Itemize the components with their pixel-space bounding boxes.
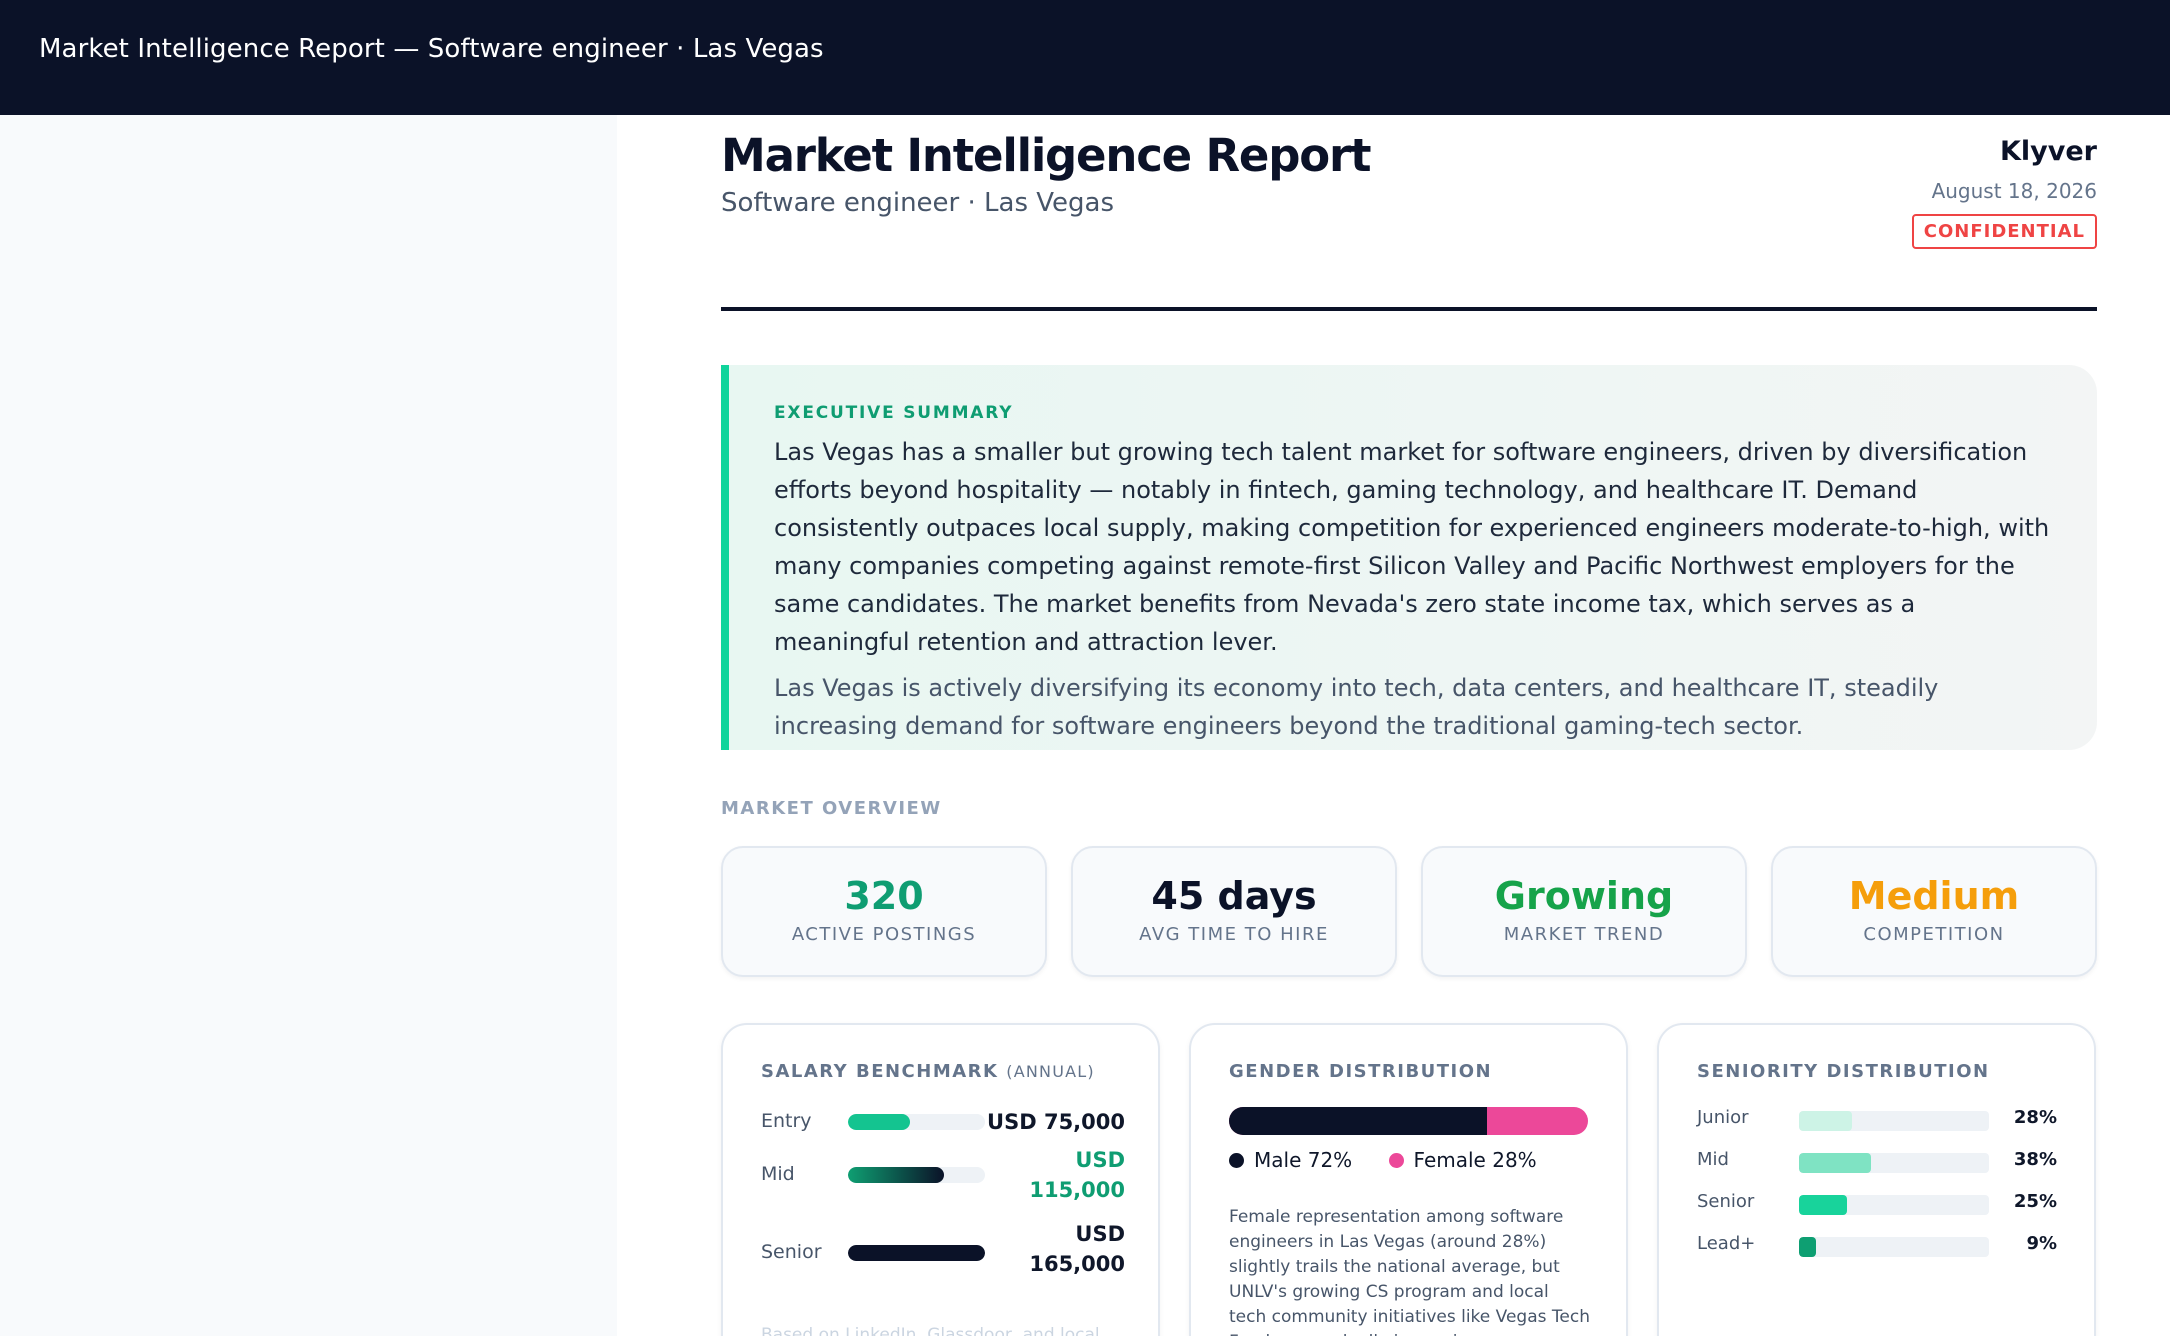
salary-benchmark-panel: SALARY BENCHMARK (ANNUAL) Entry USD 75,0… bbox=[721, 1023, 1160, 1336]
male-dot-icon bbox=[1229, 1153, 1244, 1168]
seniority-level: Senior bbox=[1697, 1191, 1755, 1212]
seniority-bar bbox=[1799, 1153, 1872, 1173]
salary-level: Mid bbox=[761, 1163, 795, 1185]
gender-note: Female representation among software eng… bbox=[1229, 1207, 1590, 1336]
seniority-row-senior: Senior 25% bbox=[1697, 1191, 2057, 1215]
salary-panel-title: SALARY BENCHMARK (ANNUAL) bbox=[761, 1061, 1095, 1082]
seniority-row-lead: Lead+ 9% bbox=[1697, 1233, 2057, 1257]
salary-title: SALARY BENCHMARK bbox=[761, 1061, 999, 1082]
seniority-track bbox=[1799, 1111, 1989, 1131]
seniority-bar bbox=[1799, 1237, 1817, 1257]
seniority-level: Mid bbox=[1697, 1149, 1729, 1170]
salary-amount: USD 165,000 bbox=[1029, 1222, 1125, 1276]
salary-row-entry: Entry USD 75,000 bbox=[761, 1107, 1125, 1137]
brand-name: Klyver bbox=[1999, 136, 2097, 167]
seniority-row-mid: Mid 38% bbox=[1697, 1149, 2057, 1173]
seniority-pct: 28% bbox=[2013, 1107, 2057, 1128]
salary-bar bbox=[848, 1114, 910, 1130]
seniority-bar bbox=[1799, 1111, 1853, 1131]
salary-bar bbox=[848, 1167, 944, 1183]
legend-female: Female 28% bbox=[1388, 1148, 1537, 1172]
kpi-avg-time-to-hire: 45 days AVG TIME TO HIRE bbox=[1071, 846, 1397, 977]
kpi-value: Growing bbox=[1494, 874, 1674, 918]
salary-level: Senior bbox=[761, 1241, 822, 1263]
gender-distribution-panel: GENDER DISTRIBUTION Male 72% Female 28% … bbox=[1189, 1023, 1628, 1336]
top-bar: Market Intelligence Report — Software en… bbox=[0, 0, 2170, 115]
salary-bar bbox=[848, 1245, 985, 1261]
seniority-track bbox=[1799, 1195, 1989, 1215]
female-dot-icon bbox=[1388, 1153, 1404, 1168]
kpi-competition: Medium COMPETITION bbox=[1771, 846, 2097, 977]
kpi-label: AVG TIME TO HIRE bbox=[1139, 924, 1329, 945]
seniority-track bbox=[1799, 1237, 1989, 1257]
market-overview-label: MARKET OVERVIEW bbox=[721, 798, 942, 819]
salary-track bbox=[848, 1167, 985, 1183]
kpi-market-trend: Growing MARKET TREND bbox=[1421, 846, 1747, 977]
summary-label: EXECUTIVE SUMMARY bbox=[774, 403, 1014, 423]
salary-amount: USD 75,000 bbox=[987, 1110, 1125, 1134]
seniority-bar bbox=[1799, 1195, 1847, 1215]
seniority-track bbox=[1799, 1153, 1989, 1173]
seniority-pct: 38% bbox=[2013, 1149, 2057, 1170]
seniority-title: SENIORITY DISTRIBUTION bbox=[1697, 1061, 1990, 1082]
kpi-label: ACTIVE POSTINGS bbox=[791, 924, 977, 945]
salary-track bbox=[848, 1245, 985, 1261]
gender-bar bbox=[1229, 1107, 1588, 1135]
gender-legend: Male 72% Female 28% bbox=[1229, 1148, 1567, 1178]
summary-body: Las Vegas has a smaller but growing tech… bbox=[774, 438, 2050, 656]
kpi-label: MARKET TREND bbox=[1503, 924, 1665, 945]
window-title: Market Intelligence Report — Software en… bbox=[39, 34, 824, 64]
kpi-value: 320 bbox=[844, 874, 924, 918]
report-subtitle: Software engineer · Las Vegas bbox=[721, 188, 1115, 218]
legend-male-label: Male 72% bbox=[1254, 1148, 1353, 1172]
seniority-pct: 9% bbox=[2026, 1233, 2057, 1254]
legend-male: Male 72% bbox=[1229, 1148, 1352, 1172]
report-page: Market Intelligence Report Software engi… bbox=[617, 115, 2170, 1336]
header-divider bbox=[721, 307, 2097, 311]
report-title: Market Intelligence Report bbox=[721, 129, 1371, 182]
kpi-value: Medium bbox=[1848, 874, 2020, 918]
kpi-label: COMPETITION bbox=[1863, 924, 2005, 945]
kpi-active-postings: 320 ACTIVE POSTINGS bbox=[721, 846, 1047, 977]
salary-source-note: Based on LinkedIn, Glassdoor, and local bbox=[761, 1325, 1100, 1336]
seniority-row-junior: Junior 28% bbox=[1697, 1107, 2057, 1131]
seniority-level: Junior bbox=[1697, 1107, 1749, 1128]
seniority-distribution-panel: SENIORITY DISTRIBUTION Junior 28% Mid 38… bbox=[1657, 1023, 2096, 1336]
executive-summary: EXECUTIVE SUMMARY Las Vegas has a smalle… bbox=[721, 365, 2097, 750]
gender-bar-male bbox=[1229, 1107, 1488, 1135]
report-content: Market Intelligence Report Software engi… bbox=[721, 115, 2097, 1336]
salary-level: Entry bbox=[761, 1110, 812, 1132]
salary-row-mid: Mid USD 115,000 bbox=[761, 1145, 1125, 1205]
kpi-value: 45 days bbox=[1151, 874, 1317, 918]
salary-row-senior: Senior USD 165,000 bbox=[761, 1219, 1125, 1279]
legend-female-label: Female 28% bbox=[1413, 1148, 1537, 1172]
salary-title-sub: (ANNUAL) bbox=[1006, 1062, 1095, 1081]
confidential-badge: CONFIDENTIAL bbox=[1911, 214, 2097, 249]
salary-amount: USD 115,000 bbox=[1029, 1148, 1125, 1202]
seniority-level: Lead+ bbox=[1697, 1233, 1756, 1254]
side-panel bbox=[0, 115, 617, 1336]
gender-title: GENDER DISTRIBUTION bbox=[1229, 1061, 1493, 1082]
seniority-pct: 25% bbox=[2013, 1191, 2057, 1212]
summary-note: Las Vegas is actively diversifying its e… bbox=[774, 674, 1939, 740]
report-date: August 18, 2026 bbox=[1931, 179, 2097, 203]
